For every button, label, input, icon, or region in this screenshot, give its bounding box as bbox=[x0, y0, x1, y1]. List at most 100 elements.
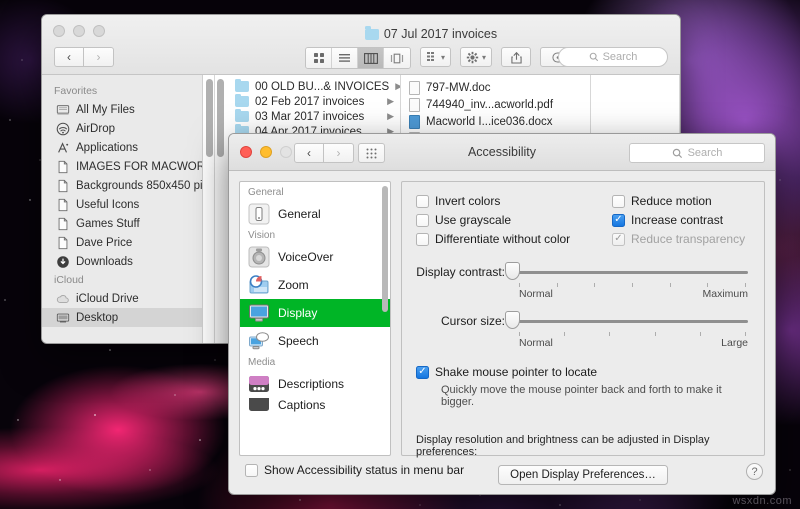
table-row[interactable]: 02 Feb 2017 invoices ▶ bbox=[227, 94, 400, 109]
folder-icon bbox=[235, 111, 249, 122]
preferences-search-field[interactable]: Search bbox=[629, 143, 765, 163]
feature-list-scrollbar[interactable] bbox=[382, 186, 388, 312]
captions-icon bbox=[248, 398, 270, 412]
checkbox-row-differentiate-without-color[interactable]: ✓ Differentiate without color bbox=[416, 232, 612, 246]
checkbox-label: Show Accessibility status in menu bar bbox=[264, 463, 464, 477]
reduce-motion-checkbox[interactable]: ✓ bbox=[612, 195, 625, 208]
sidebar-item-voiceover[interactable]: VoiceOver bbox=[240, 243, 390, 271]
sidebar-item-useful-icons[interactable]: Useful Icons bbox=[42, 195, 202, 214]
row-label: 02 Feb 2017 invoices bbox=[255, 96, 364, 108]
increase-contrast-checkbox[interactable]: ✓ bbox=[612, 214, 625, 227]
finder-column-previous[interactable] bbox=[203, 75, 215, 344]
sidebar-item-display[interactable]: Display bbox=[240, 299, 390, 327]
differentiate-without-color-checkbox[interactable]: ✓ bbox=[416, 233, 429, 246]
finder-sidebar[interactable]: Favorites All My Files AirDrop Applicati… bbox=[42, 75, 203, 344]
icon-view-button[interactable] bbox=[306, 48, 332, 68]
shake-pointer-checkbox[interactable]: ✓ bbox=[416, 366, 429, 379]
voiceover-icon bbox=[248, 246, 270, 268]
checkbox-label: Reduce transparency bbox=[631, 232, 745, 246]
sidebar-item-descriptions[interactable]: Descriptions bbox=[240, 370, 390, 398]
display-contrast-slider[interactable] bbox=[512, 271, 748, 274]
use-grayscale-checkbox[interactable]: ✓ bbox=[416, 214, 429, 227]
action-button[interactable]: ▾ bbox=[460, 47, 492, 67]
checkbox-row-shake-pointer[interactable]: ✓ Shake mouse pointer to locate bbox=[416, 365, 750, 379]
help-button[interactable]: ? bbox=[746, 463, 763, 480]
slider-max-label: Maximum bbox=[702, 288, 748, 300]
sidebar-item-games-stuff[interactable]: Games Stuff bbox=[42, 214, 202, 233]
sidebar-item-backgrounds[interactable]: Backgrounds 850x450 pixels bbox=[42, 176, 202, 195]
list-view-button[interactable] bbox=[332, 48, 358, 68]
forward-button[interactable]: › bbox=[84, 47, 114, 67]
sidebar-item-label: Speech bbox=[278, 334, 319, 348]
table-row[interactable]: Macworld I...ice036.docx bbox=[401, 113, 590, 130]
slider-thumb[interactable] bbox=[505, 311, 520, 329]
sidebar-item-all-my-files[interactable]: All My Files bbox=[42, 100, 202, 119]
reduce-transparency-checkbox: ✓ bbox=[612, 233, 625, 246]
sidebar-item-desktop[interactable]: Desktop bbox=[42, 308, 202, 327]
airdrop-icon bbox=[56, 122, 70, 136]
sidebar-item-label: Backgrounds 850x450 pixels bbox=[76, 180, 202, 192]
sidebar-item-label: AirDrop bbox=[76, 123, 115, 135]
search-icon bbox=[589, 52, 599, 62]
feature-section-media: Media bbox=[240, 355, 390, 370]
sidebar-item-general[interactable]: General bbox=[240, 200, 390, 228]
checkbox-row-reduce-motion[interactable]: ✓ Reduce motion bbox=[612, 194, 745, 208]
sidebar-item-label: Dave Price bbox=[76, 237, 132, 249]
finder-nav-buttons[interactable]: ‹ › bbox=[54, 47, 114, 67]
checkbox-row-invert-colors[interactable]: ✓ Invert colors bbox=[416, 194, 612, 208]
checkbox-column-left: ✓ Invert colors ✓ Use grayscale ✓ Differ… bbox=[416, 194, 612, 251]
cursor-size-slider[interactable] bbox=[512, 320, 748, 323]
menu-bar-status-checkbox[interactable]: ✓ bbox=[245, 464, 258, 477]
sidebar-item-icloud-drive[interactable]: iCloud Drive bbox=[42, 289, 202, 308]
view-mode-segmented-control[interactable] bbox=[305, 47, 411, 69]
column-scrollbar[interactable] bbox=[217, 79, 224, 157]
sidebar-item-label: Downloads bbox=[76, 256, 133, 268]
display-checkbox-grid: ✓ Invert colors ✓ Use grayscale ✓ Differ… bbox=[416, 194, 750, 251]
sidebar-item-speech[interactable]: Speech bbox=[240, 327, 390, 355]
document-icon bbox=[56, 198, 70, 212]
accessibility-window[interactable]: ‹ › Accessibility Search General bbox=[228, 133, 776, 495]
checkbox-row-reduce-transparency: ✓ Reduce transparency bbox=[612, 232, 745, 246]
cursor-size-row: Cursor size: bbox=[416, 314, 750, 328]
accessibility-feature-list[interactable]: General General Vision VoiceOver Zoom Di… bbox=[239, 181, 391, 456]
back-button[interactable]: ‹ bbox=[54, 47, 84, 67]
checkbox-label: Use grayscale bbox=[435, 213, 511, 227]
cover-flow-view-button[interactable] bbox=[384, 48, 410, 68]
slider-max-label: Large bbox=[721, 337, 748, 349]
folder-icon bbox=[235, 81, 249, 92]
invert-colors-checkbox[interactable]: ✓ bbox=[416, 195, 429, 208]
sidebar-item-dave-price[interactable]: Dave Price bbox=[42, 233, 202, 252]
table-row[interactable]: 03 Mar 2017 invoices ▶ bbox=[227, 109, 400, 124]
pdf-file-icon bbox=[409, 98, 420, 112]
table-row[interactable]: 744940_inv...acworld.pdf bbox=[401, 96, 590, 113]
sidebar-item-label: All My Files bbox=[76, 104, 135, 116]
accessibility-footer: ✓ Show Accessibility status in menu bar … bbox=[229, 452, 775, 494]
table-row[interactable]: 00 OLD BU...& INVOICES ▶ bbox=[227, 79, 400, 94]
display-contrast-ticks bbox=[519, 283, 750, 287]
checkbox-row-increase-contrast[interactable]: ✓ Increase contrast bbox=[612, 213, 745, 227]
share-button[interactable] bbox=[501, 47, 531, 67]
document-icon bbox=[56, 236, 70, 250]
finder-toolbar-buttons[interactable]: ▾ ▾ bbox=[305, 47, 584, 69]
sidebar-item-captions[interactable]: Captions bbox=[240, 398, 390, 412]
tick-mark bbox=[707, 283, 708, 287]
column-view-button[interactable] bbox=[358, 48, 384, 68]
docx-file-icon bbox=[409, 115, 420, 129]
sidebar-item-applications[interactable]: Applications bbox=[42, 138, 202, 157]
slider-thumb[interactable] bbox=[505, 262, 520, 280]
table-row[interactable]: 797-MW.doc bbox=[401, 79, 590, 96]
column-scrollbar[interactable] bbox=[206, 79, 213, 157]
feature-section-vision: Vision bbox=[240, 228, 390, 243]
arrange-button[interactable]: ▾ bbox=[420, 47, 451, 67]
speech-icon bbox=[248, 330, 270, 352]
slider-min-label: Normal bbox=[519, 288, 553, 300]
chevron-down-icon: ▾ bbox=[482, 53, 486, 62]
sidebar-item-label: VoiceOver bbox=[278, 250, 333, 264]
checkbox-row-use-grayscale[interactable]: ✓ Use grayscale bbox=[416, 213, 612, 227]
sidebar-item-downloads[interactable]: Downloads bbox=[42, 252, 202, 271]
sidebar-item-zoom[interactable]: Zoom bbox=[240, 271, 390, 299]
checkbox-row-menu-bar-status[interactable]: ✓ Show Accessibility status in menu bar bbox=[245, 463, 464, 477]
sidebar-item-images-for-macworld[interactable]: IMAGES FOR MACWORLD ONL bbox=[42, 157, 202, 176]
finder-search-field[interactable]: Search bbox=[558, 47, 668, 67]
sidebar-item-airdrop[interactable]: AirDrop bbox=[42, 119, 202, 138]
